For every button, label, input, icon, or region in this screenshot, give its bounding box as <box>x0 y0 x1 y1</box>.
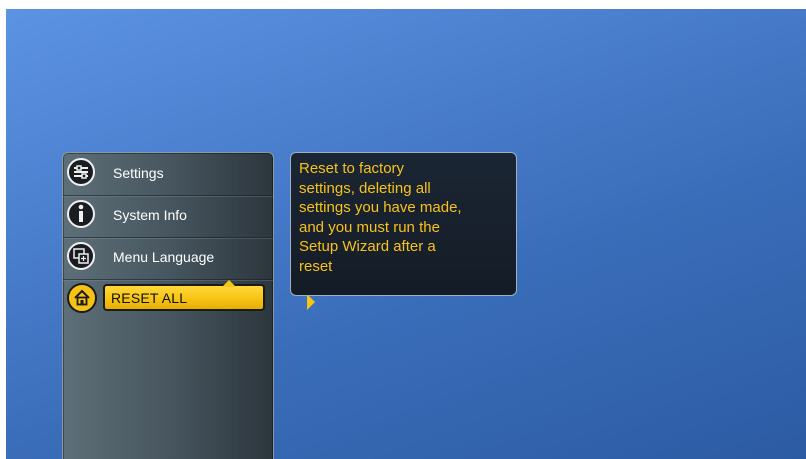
info-text-line: Reset to factory <box>299 160 405 177</box>
reset-all-button[interactable]: RESET ALL <box>103 280 315 311</box>
help-info-box: Reset to factory settings, deleting all … <box>290 152 517 296</box>
home-icon <box>67 283 97 313</box>
info-text-line: settings, deleting all <box>299 179 431 197</box>
scroll-up-arrow-icon <box>222 280 236 287</box>
submenu-arrow-icon <box>307 294 315 310</box>
info-text-line: settings you have made, <box>299 199 462 216</box>
reset-all-label: RESET ALL <box>111 290 188 306</box>
menu-item-label: Menu Language <box>113 249 215 265</box>
tv-screen: Settings System Info Menu Language RESET… <box>6 9 806 459</box>
menu-item-menu-language[interactable]: Menu Language <box>63 237 273 280</box>
language-icon <box>67 242 95 270</box>
info-icon <box>67 200 95 228</box>
info-text-line: and you must run the <box>299 218 440 236</box>
settings-sliders-icon <box>67 158 95 186</box>
menu-item-label: Settings <box>113 165 164 181</box>
info-text-line: reset <box>299 257 333 275</box>
menu-item-settings[interactable]: Settings <box>63 153 273 196</box>
menu-item-label: System Info <box>113 207 187 223</box>
menu-item-system-info[interactable]: System Info <box>63 195 273 238</box>
menu-item-reset-all[interactable]: RESET ALL <box>63 279 315 321</box>
settings-menu: Settings System Info Menu Language RESET… <box>62 152 315 459</box>
info-text-line: Setup Wizard after a <box>299 238 436 255</box>
